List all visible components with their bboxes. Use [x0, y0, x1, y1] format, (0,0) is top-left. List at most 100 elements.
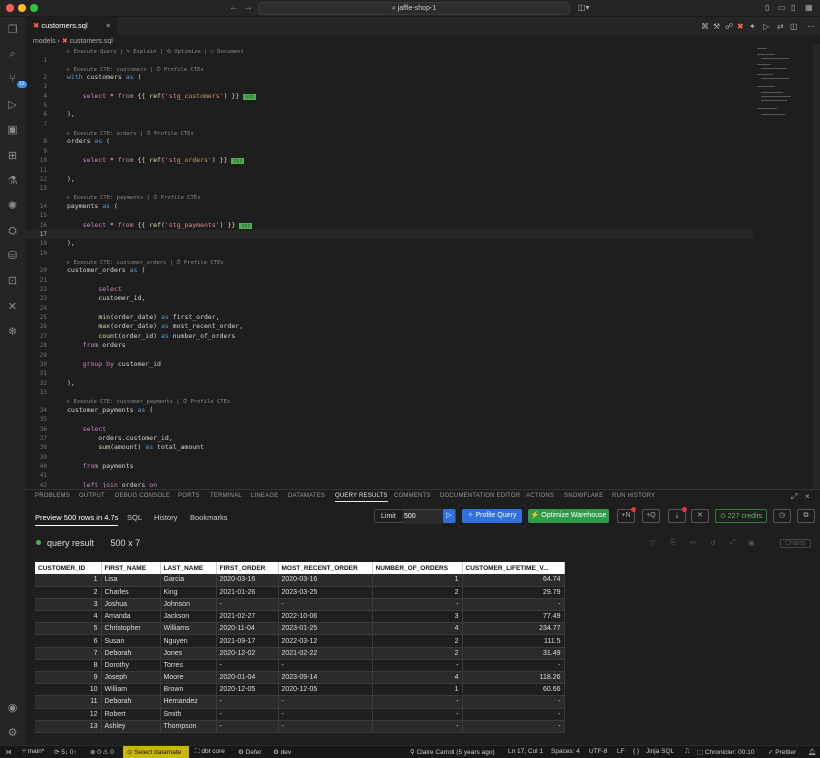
code-editor[interactable]: ▷ Execute Query | ✎ Explain | ⟲ Optimize…: [25, 44, 753, 488]
table-cell[interactable]: Jackson: [160, 610, 217, 624]
table-cell[interactable]: 2020-12-05: [278, 683, 373, 697]
table-cell[interactable]: 12: [35, 708, 102, 721]
language-mode[interactable]: Jinja SQL: [646, 748, 674, 755]
table-cell[interactable]: -: [462, 708, 565, 721]
table-cell[interactable]: 8: [35, 659, 102, 673]
tab-datamates[interactable]: DATAMATES: [288, 493, 325, 499]
lineage-icon[interactable]: ☍: [725, 22, 733, 31]
table-cell[interactable]: Jones: [160, 647, 217, 660]
column-header[interactable]: CUSTOMER_ID: [35, 562, 102, 574]
testing-icon[interactable]: ⚗: [5, 174, 20, 189]
tab-terminal[interactable]: TERMINAL: [210, 493, 242, 499]
table-cell[interactable]: Dorothy: [101, 659, 161, 673]
maximize-panel-icon[interactable]: ⤢: [791, 492, 797, 502]
source-control-icon[interactable]: ⑂ 12: [5, 72, 27, 88]
chronicler-indicator[interactable]: ⬚ Chronicler: 00:10: [697, 748, 754, 756]
table-cell[interactable]: Smith: [160, 708, 217, 721]
remote-icon[interactable]: ⋊: [5, 748, 12, 756]
table-cell[interactable]: Lisa: [101, 574, 161, 587]
table-cell[interactable]: William: [101, 683, 161, 697]
table-cell[interactable]: 2023-01-25: [278, 622, 373, 636]
table-cell[interactable]: 7: [35, 647, 102, 660]
tab-query-results[interactable]: QUERY RESULTS: [335, 493, 388, 502]
tab-customers-sql[interactable]: ✖ customers.sql ×: [25, 17, 117, 35]
table-cell[interactable]: 4: [35, 610, 102, 624]
codelens-payments[interactable]: ▷ Execute CTE: payments | ⏱ Profile CTEs: [67, 195, 200, 201]
table-cell[interactable]: Brown: [160, 683, 217, 697]
table-cell[interactable]: Susan: [101, 634, 161, 648]
table-row[interactable]: 4 Amanda Jackson 2021-02-27 2022-10-06 3 77.49: [35, 610, 565, 624]
table-cell[interactable]: -: [216, 659, 279, 673]
table-cell[interactable]: 2023-03-25: [278, 586, 373, 599]
wand-icon[interactable]: ⚯: [690, 539, 696, 547]
tab-problems[interactable]: PROBLEMS: [35, 493, 70, 499]
charts-button[interactable]: Charts: [780, 539, 811, 548]
table-cell[interactable]: 3: [372, 610, 463, 624]
build-icon[interactable]: ⚒: [713, 22, 720, 31]
table-cell[interactable]: Christopher: [101, 622, 161, 636]
tab-actions[interactable]: ACTIONS: [526, 493, 554, 499]
table-cell[interactable]: 2020-12-05: [216, 683, 279, 697]
editor-scrollbar[interactable]: [813, 44, 820, 488]
run-limit-button[interactable]: ▷: [443, 509, 455, 523]
settings-gear-icon[interactable]: ⚙: [5, 726, 20, 741]
table-cell[interactable]: 234.77: [462, 622, 565, 636]
tab-debug-console[interactable]: DEBUG CONSOLE: [115, 493, 170, 499]
column-header[interactable]: FIRST_ORDER: [216, 562, 279, 574]
indentation[interactable]: Spaces: 4: [551, 748, 580, 755]
table-cell[interactable]: 3: [35, 598, 102, 612]
env-indicator[interactable]: ⚙ dev: [273, 748, 291, 756]
table-cell[interactable]: -: [278, 720, 373, 733]
tab-lineage[interactable]: LINEAGE: [251, 493, 278, 499]
copilot-icon[interactable]: ◫▾: [578, 3, 590, 12]
column-header[interactable]: CUSTOMER_LIFETIME_V...: [462, 562, 565, 574]
table-cell[interactable]: 31.49: [462, 647, 565, 660]
forward-arrow-icon[interactable]: →: [243, 2, 253, 13]
notifications-icon[interactable]: 🔔︎: [808, 748, 816, 756]
table-cell[interactable]: -: [462, 695, 565, 709]
select-datamate-button[interactable]: ⊙ Select datamate: [123, 746, 189, 758]
toggle-primary-sidebar-icon[interactable]: ▯: [765, 3, 769, 12]
table-cell[interactable]: Torres: [160, 659, 217, 673]
table-cell[interactable]: 2: [372, 634, 463, 648]
table-cell[interactable]: 118.26: [462, 671, 565, 685]
table-cell[interactable]: 2020-01-04: [216, 671, 279, 685]
undo-icon[interactable]: ↺: [710, 539, 716, 547]
minimize-window-button[interactable]: [18, 4, 26, 12]
table-row[interactable]: 7 Deborah Jones 2020-12-02 2021-02-22 2 31.49: [35, 647, 565, 660]
run-debug-icon[interactable]: ▷: [5, 98, 20, 113]
table-cell[interactable]: -: [372, 598, 463, 612]
dbt-power-user-icon[interactable]: ✺: [5, 199, 20, 214]
sync-indicator[interactable]: ⟳ 5↓ 0↑: [54, 748, 77, 756]
table-cell[interactable]: Williams: [160, 622, 217, 636]
table-cell[interactable]: -: [216, 708, 279, 721]
close-panel-icon[interactable]: ×: [805, 492, 810, 501]
optimize-warehouse-button[interactable]: ⚡ Optimize Warehouse: [528, 509, 609, 523]
history-icon[interactable]: ◷: [773, 509, 791, 523]
run-file-icon[interactable]: ▷: [763, 22, 769, 31]
tab-ports[interactable]: PORTS: [178, 493, 200, 499]
table-cell[interactable]: 2: [35, 586, 102, 599]
problems-indicator[interactable]: ⊗ 0 ⚠ 0: [90, 748, 114, 756]
table-cell[interactable]: 2022-03-12: [278, 634, 373, 648]
more-actions-icon[interactable]: ⋯: [807, 22, 815, 31]
table-cell[interactable]: Charles: [101, 586, 161, 599]
encoding[interactable]: UTF-8: [589, 748, 607, 755]
expand-icon[interactable]: ⤢: [730, 539, 736, 547]
table-cell[interactable]: 1: [35, 574, 102, 587]
table-cell[interactable]: 6: [35, 634, 102, 648]
table-cell[interactable]: Thompson: [160, 720, 217, 733]
close-window-button[interactable]: [6, 4, 14, 12]
table-cell[interactable]: Deborah: [101, 647, 161, 660]
limit-input[interactable]: 500: [402, 510, 444, 524]
table-cell[interactable]: -: [462, 659, 565, 673]
python-icon[interactable]: ⛭: [5, 224, 20, 239]
table-row[interactable]: 9 Joseph Moore 2020-01-04 2023-09-14 4 118.26: [35, 671, 565, 685]
filter-icon[interactable]: ▽: [650, 539, 655, 547]
search-icon[interactable]: ⌕: [5, 47, 20, 62]
table-cell[interactable]: -: [372, 708, 463, 721]
table-cell[interactable]: 2021-02-27: [216, 610, 279, 624]
table-row[interactable]: 3 Joshua Johnson - - - -: [35, 598, 565, 612]
command-center-search[interactable]: ⌕ jaffle-shop-1: [258, 2, 570, 15]
docker-icon[interactable]: ⊡: [5, 274, 20, 289]
